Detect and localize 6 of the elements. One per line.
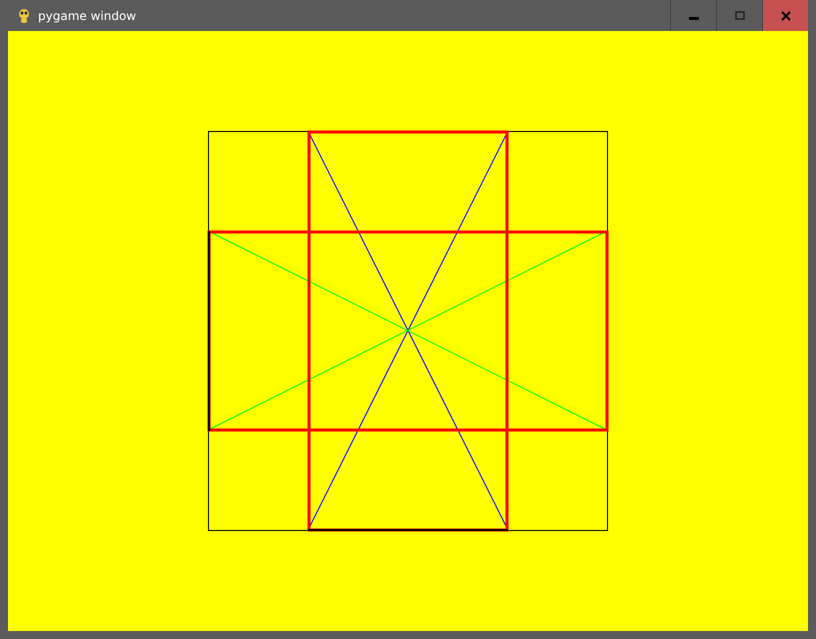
close-icon [780, 10, 790, 20]
close-button[interactable] [762, 0, 808, 31]
snake-icon [16, 8, 32, 24]
window-title: pygame window [38, 8, 136, 22]
maximize-icon [734, 10, 744, 20]
minimize-icon [688, 17, 698, 20]
